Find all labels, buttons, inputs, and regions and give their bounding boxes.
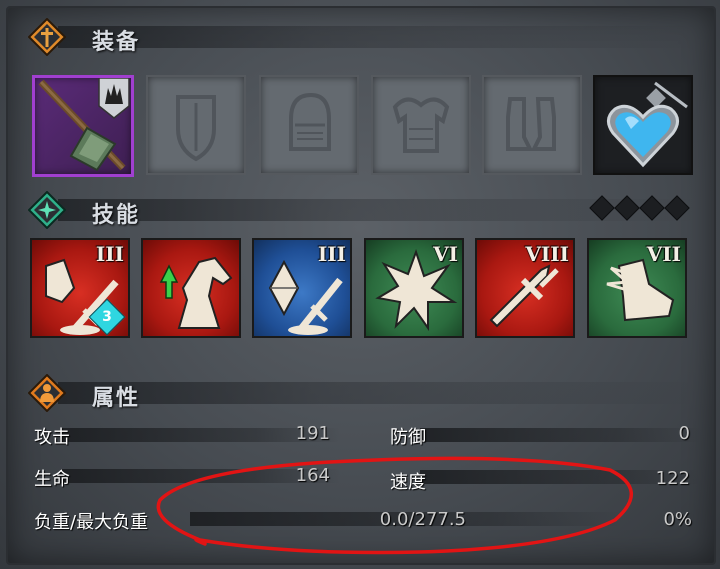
weapon-slot[interactable] xyxy=(32,75,134,177)
helmet-icon xyxy=(289,92,331,151)
castle-badge-icon xyxy=(98,78,130,119)
horse-up-icon xyxy=(159,256,233,329)
skills-title: 技能 xyxy=(92,203,141,228)
life-value: 164 xyxy=(295,465,330,486)
armor-slot[interactable] xyxy=(371,75,471,175)
helmet-slot[interactable] xyxy=(259,75,359,175)
empty-slot-diamond-icon xyxy=(639,195,665,221)
charm-slot[interactable] xyxy=(593,75,693,175)
skill-tile-6[interactable]: VII xyxy=(587,238,687,338)
shield-slot[interactable] xyxy=(146,75,246,175)
skill-rank: VI xyxy=(433,242,458,266)
boots-icon xyxy=(506,97,556,151)
defense-value: 0 xyxy=(678,423,690,444)
skill-rank: III xyxy=(317,242,346,266)
skill-tile-4[interactable]: VI xyxy=(364,238,464,338)
equipment-section-header: 装备 xyxy=(28,18,708,56)
load-label: 负重/最大负重 xyxy=(34,512,149,533)
skill-rank: VIII xyxy=(525,242,569,266)
skill-tile-2[interactable] xyxy=(141,238,241,338)
empty-slot-diamond-icon xyxy=(589,195,615,221)
life-label: 生命 xyxy=(34,469,70,490)
speed-label: 速度 xyxy=(390,472,426,493)
attack-value: 191 xyxy=(295,423,330,444)
skill-tile-3[interactable]: III xyxy=(252,238,352,338)
skill-tile-5[interactable]: VIII xyxy=(475,238,575,338)
attack-label: 攻击 xyxy=(34,427,70,448)
skill-rank: VII xyxy=(646,242,681,266)
skill-rank: III xyxy=(95,242,124,266)
defense-label: 防御 xyxy=(390,427,426,448)
person-icon xyxy=(28,374,66,412)
load-percent: 0% xyxy=(663,509,692,530)
empty-slot-diamond-icon xyxy=(664,195,690,221)
attributes-title: 属性 xyxy=(92,386,141,411)
armor-icon xyxy=(392,97,450,153)
cross-icon xyxy=(28,18,66,56)
boots-slot[interactable] xyxy=(482,75,582,175)
skill-slot-indicators xyxy=(586,195,690,221)
star-icon xyxy=(28,191,66,229)
shield-icon xyxy=(176,95,216,162)
skill-badge-count: 3 xyxy=(102,309,112,325)
heart-gem-icon xyxy=(607,81,688,168)
load-value: 0.0/277.5 xyxy=(379,509,466,530)
speed-value: 122 xyxy=(655,468,690,489)
attributes-section-header: 属性 xyxy=(28,374,708,412)
skill-tile-1[interactable]: III 3 xyxy=(30,238,130,338)
empty-slot-diamond-icon xyxy=(614,195,640,221)
equipment-title: 装备 xyxy=(92,30,141,55)
